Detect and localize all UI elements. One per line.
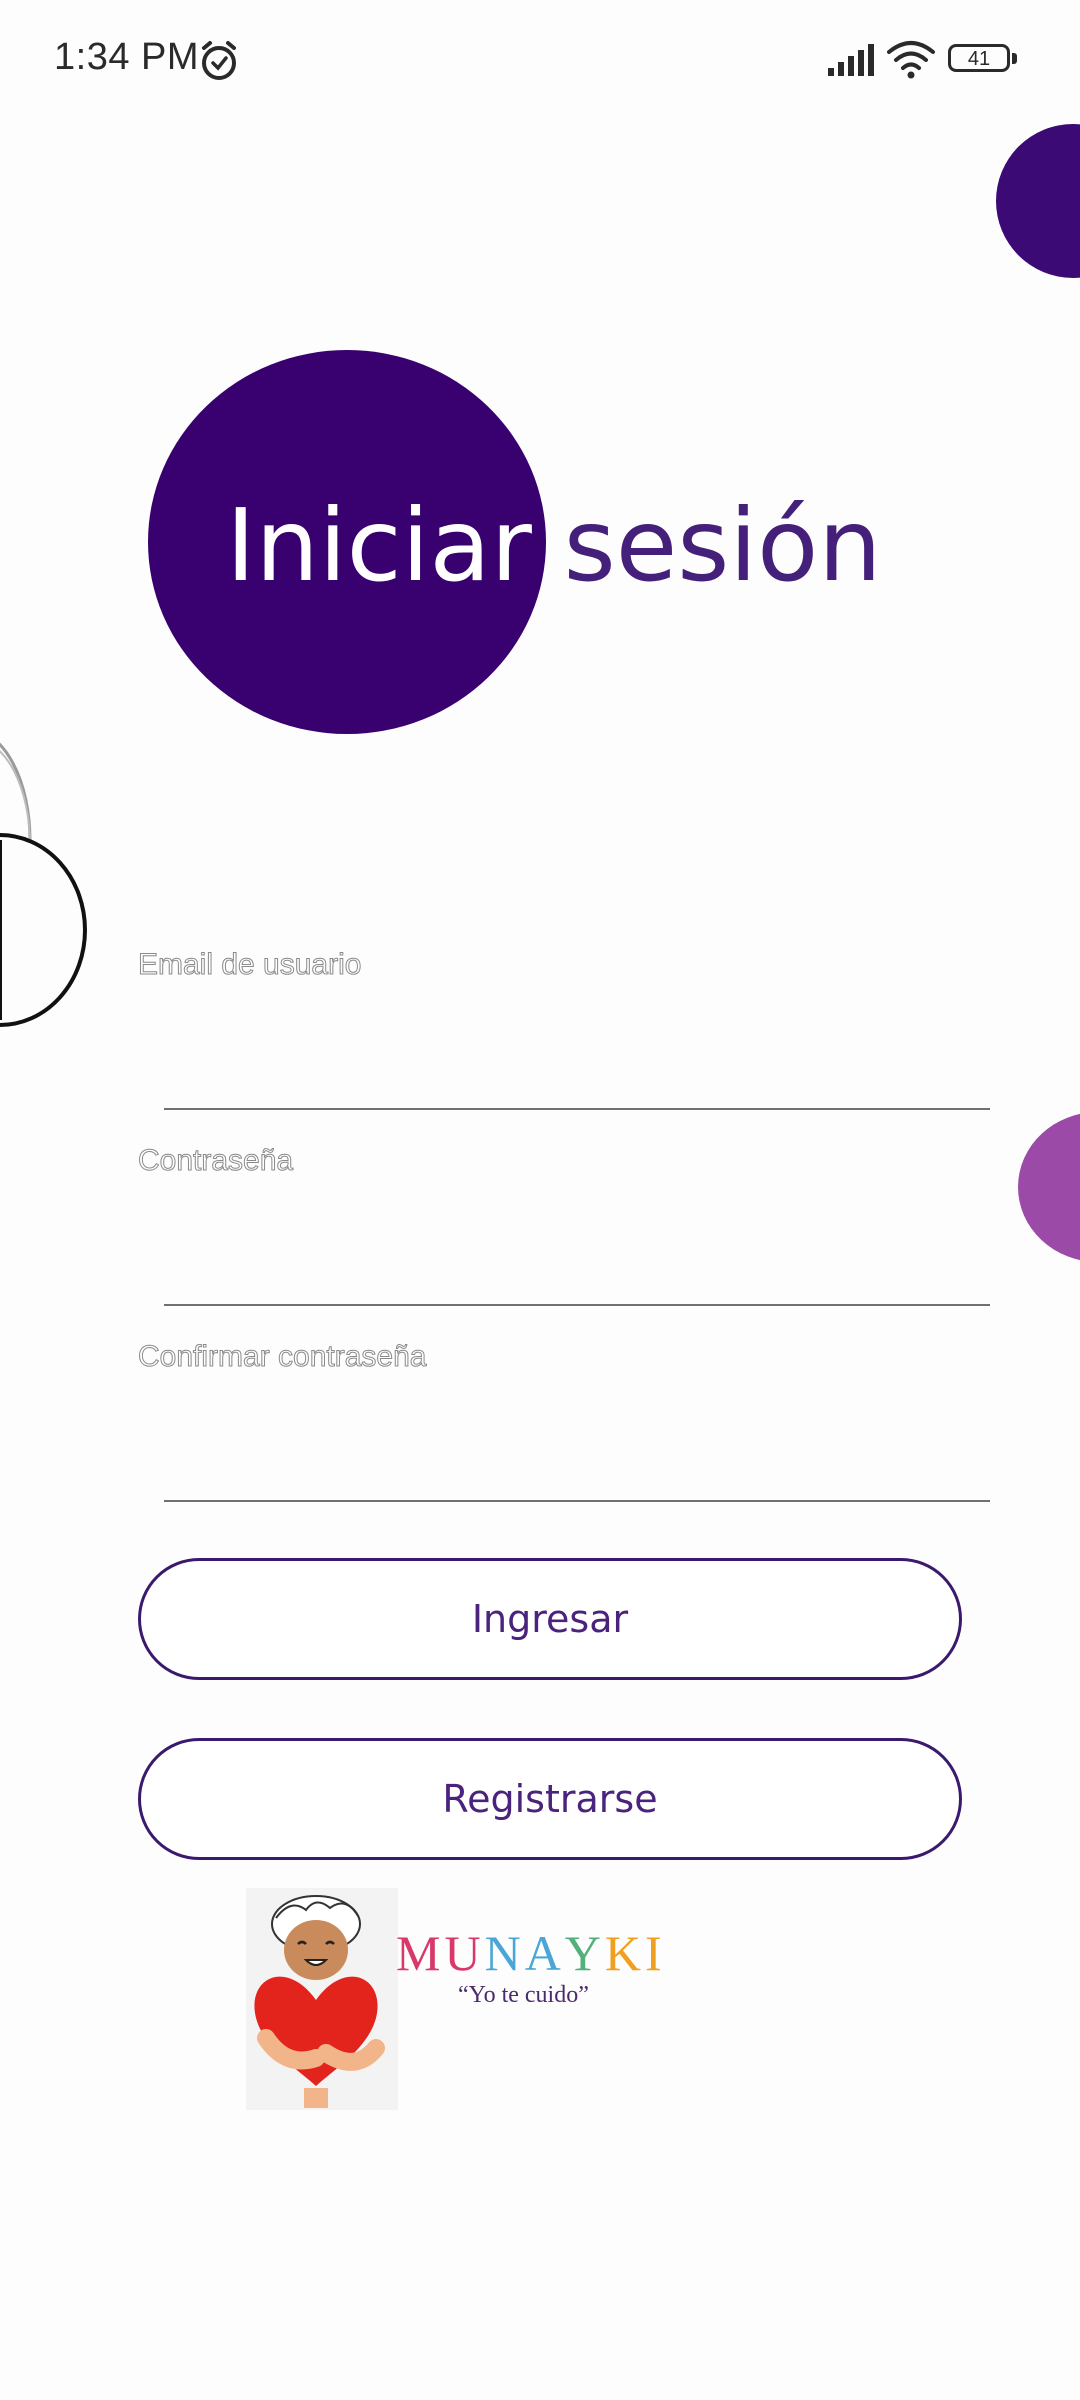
decorative-circle-top-right <box>996 124 1080 278</box>
decorative-outline-right <box>1060 1140 1080 1340</box>
brand-letter: M <box>396 1925 445 1981</box>
password-field[interactable] <box>164 1236 990 1306</box>
page-title: Iniciar sesión <box>226 486 882 606</box>
brand-letter: I <box>645 1925 666 1981</box>
confirm-password-field[interactable] <box>164 1432 990 1502</box>
page-title-part1: Iniciar <box>226 487 532 604</box>
brand-letter: A <box>524 1925 565 1981</box>
login-screen: 1:34 PM 41 Iniciar sesión Email de usuar… <box>0 0 1080 2400</box>
email-label: Email de usuario <box>137 948 362 982</box>
battery-tip <box>1012 53 1017 64</box>
grandma-heart-icon <box>246 1888 398 2110</box>
brand-letter: N <box>484 1925 525 1981</box>
login-button[interactable]: Ingresar <box>138 1558 962 1680</box>
page-title-part2: sesión <box>563 487 882 604</box>
brand-wordmark: MUNAYKI <box>396 1924 666 1982</box>
alarm-icon <box>202 41 236 80</box>
brand-letter: U <box>444 1925 485 1981</box>
decorative-outline-left <box>0 742 87 1027</box>
brand-letter: K <box>604 1925 646 1981</box>
wifi-icon <box>887 41 935 79</box>
battery-level: 41 <box>967 48 991 70</box>
status-bar: 1:34 PM 41 <box>0 0 1080 120</box>
status-time: 1:34 PM <box>54 36 200 78</box>
password-label: Contraseña <box>137 1144 294 1178</box>
email-field[interactable] <box>164 1040 990 1110</box>
brand-letter: Y <box>564 1925 605 1981</box>
brand-tagline: “Yo te cuido” <box>458 1982 589 2008</box>
signal-icon <box>828 44 874 76</box>
battery-icon: 41 <box>948 44 1020 76</box>
register-button[interactable]: Registrarse <box>138 1738 962 1860</box>
confirm-password-label: Confirmar contraseña <box>137 1340 427 1374</box>
